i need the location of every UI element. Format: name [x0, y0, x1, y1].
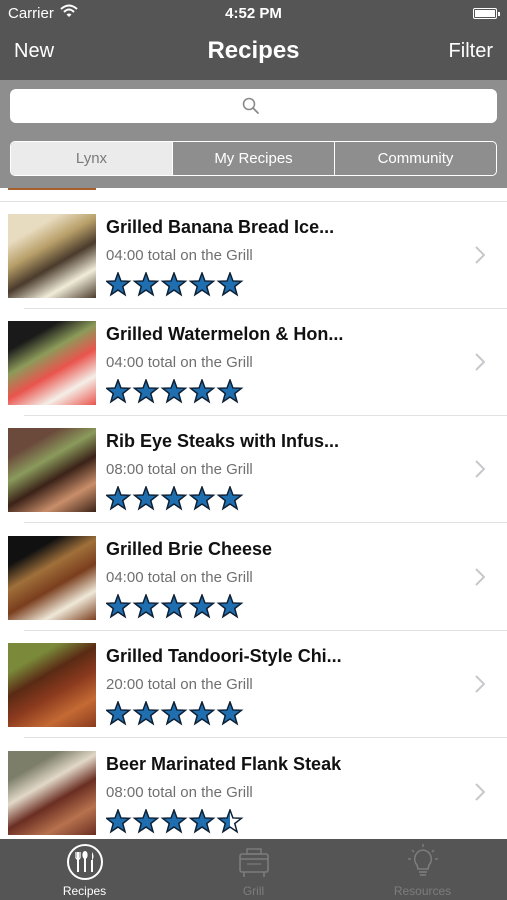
recipe-name: Grilled Watermelon & Hon...	[106, 324, 344, 344]
filter-button[interactable]: Filter	[449, 40, 493, 63]
recipe-thumbnail	[8, 751, 96, 835]
recipe-row[interactable]: Grilled Banana Bread Ice... 04:00 total …	[0, 202, 507, 309]
recipe-row[interactable]: Grilled Watermelon & Hon... 04:00 total …	[0, 309, 507, 416]
grill-icon	[235, 843, 273, 886]
star-filled-icon	[132, 809, 160, 834]
page-title: Recipes	[207, 37, 300, 64]
search-input[interactable]	[10, 89, 497, 123]
recipe-rating	[106, 379, 246, 405]
star-filled-icon	[216, 272, 244, 297]
recipe-row[interactable]: Grilled Tandoori-Style Chi... 20:00 tota…	[0, 631, 507, 738]
star-filled-icon	[132, 486, 160, 511]
fork-knife-icon	[66, 843, 104, 886]
previous-row-thumbnail-peek	[8, 188, 96, 190]
star-filled-icon	[160, 486, 188, 511]
tab-recipes[interactable]: Recipes	[0, 839, 169, 900]
star-rating-svg	[106, 486, 244, 511]
recipe-rating	[106, 272, 246, 298]
recipe-rating	[106, 809, 246, 835]
battery-icon	[473, 8, 500, 19]
recipe-grill-time: 08:00 total on the Grill	[106, 461, 253, 478]
recipe-name: Grilled Tandoori-Style Chi...	[106, 646, 342, 666]
chevron-right-icon	[475, 353, 486, 376]
recipe-grill-time: 04:00 total on the Grill	[106, 569, 253, 586]
star-filled-icon	[188, 272, 216, 297]
recipe-thumbnail	[8, 536, 96, 620]
segment-my-recipes[interactable]: My Recipes	[173, 142, 335, 175]
tab-bar: Recipes Grill Resources	[0, 839, 507, 900]
star-filled-icon	[106, 701, 132, 726]
star-rating-svg	[106, 379, 244, 404]
star-filled-icon	[160, 272, 188, 297]
tab-grill[interactable]: Grill	[169, 839, 338, 900]
segment-community[interactable]: Community	[335, 142, 496, 175]
recipe-thumbnail	[8, 321, 96, 405]
star-rating-svg	[106, 272, 244, 297]
recipe-thumbnail	[8, 428, 96, 512]
star-rating-svg	[106, 594, 244, 619]
star-filled-icon	[216, 486, 244, 511]
chevron-right-icon	[475, 246, 486, 269]
star-filled-icon	[132, 379, 160, 404]
star-filled-icon	[216, 379, 244, 404]
tab-label: Resources	[393, 884, 452, 898]
chevron-right-icon	[475, 783, 486, 806]
recipe-name: Beer Marinated Flank Steak	[106, 754, 342, 774]
recipe-row[interactable]: Beer Marinated Flank Steak 08:00 total o…	[0, 739, 507, 839]
recipe-name: Rib Eye Steaks with Infus...	[106, 431, 340, 451]
star-filled-icon	[106, 272, 132, 297]
star-filled-icon	[160, 809, 188, 834]
recipe-grill-time: 08:00 total on the Grill	[106, 784, 253, 801]
chevron-right-icon	[475, 460, 486, 483]
star-filled-icon	[188, 809, 216, 834]
star-rating-svg	[106, 701, 244, 726]
star-rating-svg	[106, 809, 244, 834]
star-filled-icon	[188, 701, 216, 726]
segment-lynx[interactable]: Lynx	[11, 142, 173, 175]
recipe-thumbnail	[8, 214, 96, 298]
star-filled-icon	[132, 594, 160, 619]
row-separator	[24, 737, 507, 738]
chevron-right-icon	[475, 675, 486, 698]
recipe-grill-time: 04:00 total on the Grill	[106, 354, 253, 371]
recipe-rating	[106, 486, 246, 512]
navigation-bar: New Recipes Filter	[0, 28, 507, 80]
recipe-thumbnail	[8, 643, 96, 727]
tab-resources[interactable]: Resources	[338, 839, 507, 900]
star-filled-icon	[106, 809, 132, 834]
star-filled-icon	[160, 379, 188, 404]
recipe-name: Grilled Brie Cheese	[106, 539, 273, 559]
star-filled-icon	[132, 272, 160, 297]
star-filled-icon	[106, 594, 132, 619]
star-filled-icon	[106, 379, 132, 404]
recipe-row[interactable]: Grilled Brie Cheese 04:00 total on the G…	[0, 524, 507, 631]
search-area: Lynx My Recipes Community	[0, 80, 507, 188]
star-filled-icon	[216, 594, 244, 619]
star-filled-icon	[160, 701, 188, 726]
tab-label: Recipes	[62, 884, 107, 898]
recipe-row[interactable]: Rib Eye Steaks with Infus... 08:00 total…	[0, 416, 507, 523]
star-filled-icon	[188, 379, 216, 404]
status-time: 4:52 PM	[225, 5, 282, 22]
star-filled-icon	[160, 594, 188, 619]
recipe-name: Grilled Banana Bread Ice...	[106, 217, 335, 237]
star-filled-icon	[188, 486, 216, 511]
recipe-rating	[106, 594, 246, 620]
recipe-source-segmented-control: Lynx My Recipes Community	[10, 141, 497, 176]
star-filled-icon	[132, 701, 160, 726]
row-separator	[24, 522, 507, 523]
recipe-grill-time: 20:00 total on the Grill	[106, 676, 253, 693]
star-filled-icon	[106, 486, 132, 511]
search-icon	[242, 97, 260, 120]
lightbulb-icon	[404, 843, 442, 886]
chevron-right-icon	[475, 568, 486, 591]
status-bar: Carrier 4:52 PM	[0, 0, 507, 28]
star-filled-icon	[216, 701, 244, 726]
recipe-rating	[106, 701, 246, 727]
recipe-grill-time: 04:00 total on the Grill	[106, 247, 253, 264]
tab-label: Grill	[242, 884, 265, 898]
star-filled-icon	[188, 594, 216, 619]
recipe-list[interactable]: Grilled Banana Bread Ice... 04:00 total …	[0, 188, 507, 839]
